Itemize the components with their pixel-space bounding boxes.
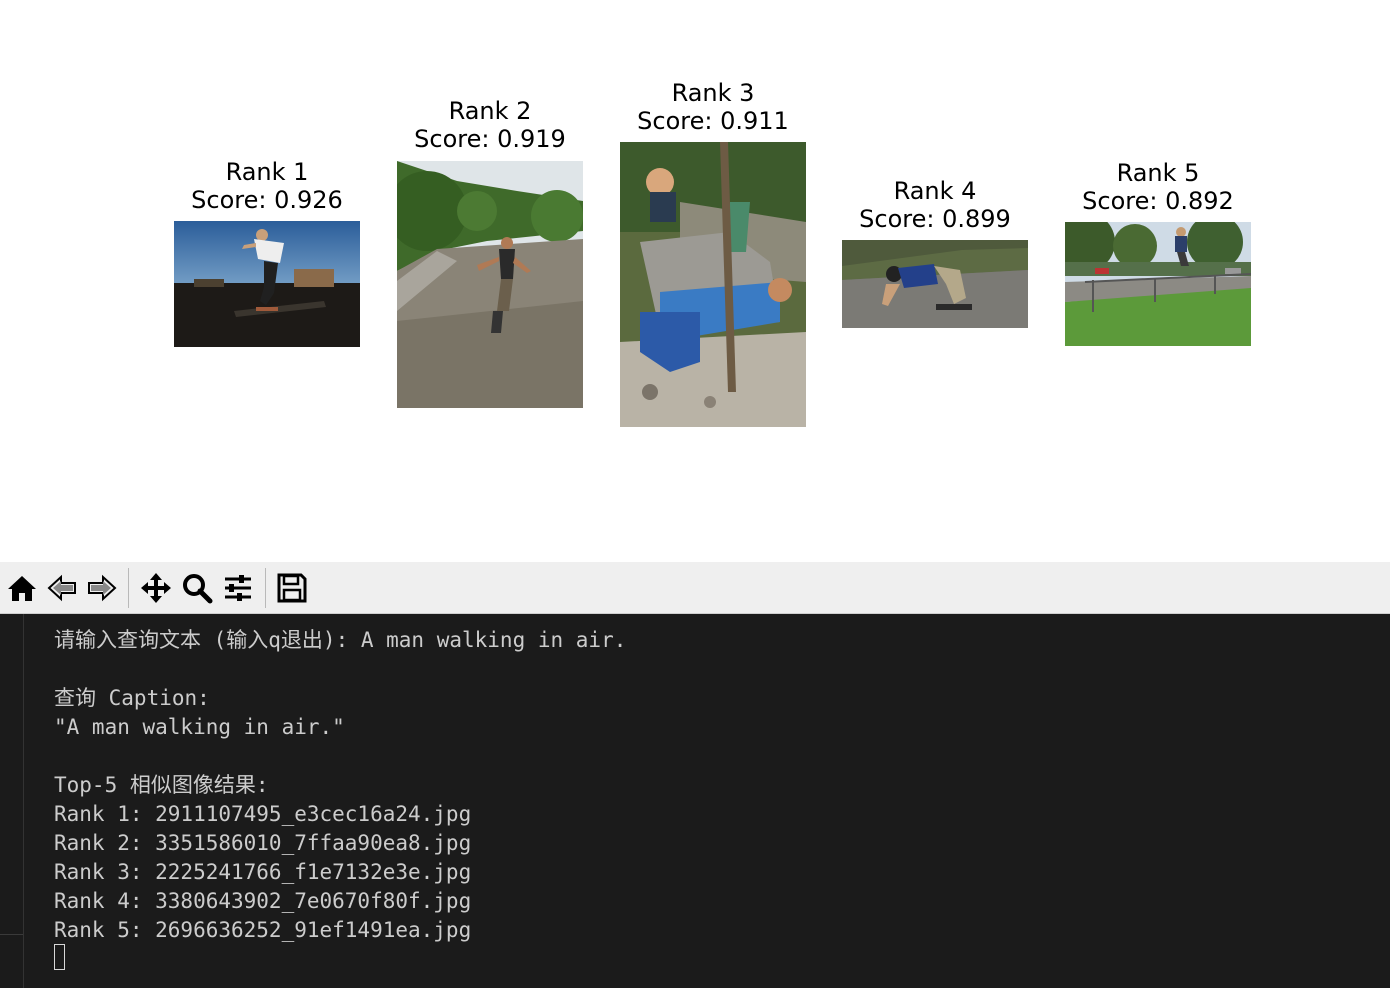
configure-subplots-icon — [225, 575, 251, 601]
panel-rank-label: Rank 2 — [448, 97, 532, 125]
panel-rank-label: Rank 1 — [225, 158, 309, 186]
toolbar-separator — [265, 568, 266, 608]
forward-arrow-icon — [88, 574, 117, 602]
pan-button[interactable] — [138, 570, 174, 606]
panel-score-label: Score: 0.899 — [859, 205, 1011, 233]
terminal-gutter — [0, 614, 24, 988]
terminal-panel[interactable]: 请输入查询文本 (输入q退出): A man walking in air. 查… — [0, 614, 1390, 988]
result-panel-4: Rank 4 Score: 0.899 — [842, 177, 1028, 233]
zoom-button[interactable] — [179, 570, 215, 606]
terminal-result-line: Rank 5: 2696636252_91ef1491ea.jpg — [54, 918, 472, 942]
home-button[interactable] — [4, 570, 40, 606]
result-image-2 — [397, 161, 583, 408]
save-button[interactable] — [274, 570, 310, 606]
result-image-5 — [1065, 222, 1251, 346]
home-icon — [8, 576, 36, 601]
forward-button[interactable] — [84, 570, 120, 606]
result-image-4 — [842, 240, 1028, 328]
panel-score-label: Score: 0.911 — [637, 107, 789, 135]
result-panel-1: Rank 1 Score: 0.926 — [174, 158, 360, 214]
back-arrow-icon — [47, 574, 76, 602]
save-floppy-icon — [277, 573, 307, 603]
back-button[interactable] — [44, 570, 80, 606]
terminal-output: 请输入查询文本 (输入q退出): A man walking in air. 查… — [54, 626, 626, 945]
terminal-query-header: 查询 Caption: — [54, 686, 210, 710]
gutter-marker — [0, 934, 23, 935]
zoom-magnifier-icon — [183, 574, 213, 604]
terminal-result-line: Rank 4: 3380643902_7e0670f80f.jpg — [54, 889, 472, 913]
terminal-results-header: Top-5 相似图像结果: — [54, 773, 269, 797]
terminal-result-line: Rank 1: 2911107495_e3cec16a24.jpg — [54, 802, 472, 826]
figure-toolbar — [0, 562, 1390, 614]
result-image-1 — [174, 221, 360, 347]
terminal-result-line: Rank 3: 2225241766_f1e7132e3e.jpg — [54, 860, 472, 884]
panel-score-label: Score: 0.926 — [191, 186, 343, 214]
result-panel-3: Rank 3 Score: 0.911 — [620, 79, 806, 135]
panel-score-label: Score: 0.892 — [1082, 187, 1234, 215]
panel-score-label: Score: 0.919 — [414, 125, 566, 153]
panel-rank-label: Rank 3 — [671, 79, 755, 107]
result-image-3 — [620, 142, 806, 427]
terminal-cursor[interactable] — [54, 944, 65, 970]
panel-rank-label: Rank 4 — [893, 177, 977, 205]
result-panel-2: Rank 2 Score: 0.919 — [397, 97, 583, 153]
terminal-result-line: Rank 2: 3351586010_7ffaa90ea8.jpg — [54, 831, 472, 855]
terminal-prompt-line: 请输入查询文本 (输入q退出): A man walking in air. — [54, 628, 627, 652]
toolbar-separator — [128, 568, 129, 608]
configure-subplots-button[interactable] — [220, 570, 256, 606]
panel-rank-label: Rank 5 — [1116, 159, 1200, 187]
result-figure: Rank 1 Score: 0.926 Rank 2 Score: 0.919 — [0, 0, 1390, 562]
result-panel-5: Rank 5 Score: 0.892 — [1065, 159, 1251, 215]
pan-move-icon — [141, 573, 171, 603]
terminal-query-text: "A man walking in air." — [54, 715, 345, 739]
